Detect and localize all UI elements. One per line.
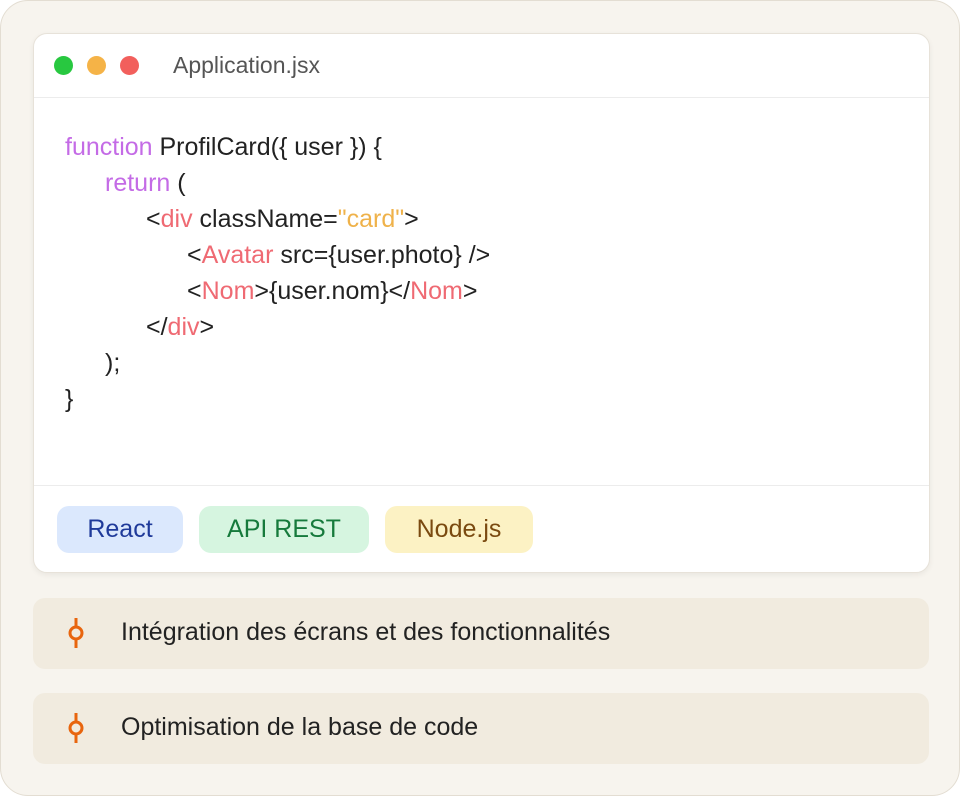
card-container: Application.jsx function ProfilCard({ us… — [0, 0, 960, 796]
code-window: Application.jsx function ProfilCard({ us… — [33, 33, 930, 573]
code-text: ProfilCard({ user }) { — [152, 133, 382, 161]
list-item: Optimisation de la base de code — [33, 693, 929, 764]
code-text: ); — [105, 349, 121, 377]
code-text: ( — [170, 169, 186, 197]
code-keyword: function — [65, 133, 153, 161]
code-line: <Avatar src={user.photo} /> — [65, 237, 490, 273]
window-titlebar: Application.jsx — [34, 34, 929, 98]
close-dot[interactable] — [120, 56, 139, 75]
minimize-dot[interactable] — [87, 56, 106, 75]
code-line: } — [65, 381, 490, 417]
code-text: > — [462, 277, 478, 305]
code-text: > — [404, 205, 419, 233]
maximize-dot[interactable] — [54, 56, 73, 75]
code-text: < — [187, 241, 202, 269]
code-line: function ProfilCard({ user }) { — [65, 129, 490, 165]
code-tag: Nom — [201, 277, 255, 305]
list-item-label: Optimisation de la base de code — [121, 713, 479, 741]
tag-nodejs: Node.js — [385, 506, 533, 553]
commit-icon — [68, 618, 84, 648]
code-line: <div className="card"> — [65, 201, 490, 237]
code-text: > — [199, 313, 215, 341]
commit-icon — [68, 713, 84, 743]
code-tag: div — [167, 313, 200, 341]
code-tag: Avatar — [201, 241, 274, 269]
code-text: } — [65, 385, 74, 413]
window-filename: Application.jsx — [173, 52, 321, 78]
code-text: < — [187, 277, 202, 305]
code-text: className= — [192, 205, 338, 233]
list-item: Intégration des écrans et des fonctionna… — [33, 598, 929, 669]
tag-api-rest: API REST — [199, 506, 369, 553]
code-text: < — [146, 205, 161, 233]
list-item-label: Intégration des écrans et des fonctionna… — [121, 618, 611, 646]
code-block: function ProfilCard({ user }) { return (… — [65, 129, 490, 417]
code-line: ); — [65, 345, 490, 381]
code-string: "card" — [337, 205, 405, 233]
code-text: >{user.nom}</ — [254, 277, 411, 305]
code-keyword: return — [105, 169, 171, 197]
tag-react: React — [57, 506, 183, 553]
code-text: </ — [146, 313, 168, 341]
code-line: <Nom>{user.nom}</Nom> — [65, 273, 490, 309]
tech-tags: React API REST Node.js — [34, 485, 929, 573]
code-line: </div> — [65, 309, 490, 345]
code-tag: div — [160, 205, 193, 233]
code-line: return ( — [65, 165, 490, 201]
code-text: src={user.photo} /> — [273, 241, 491, 269]
code-tag: Nom — [410, 277, 463, 305]
